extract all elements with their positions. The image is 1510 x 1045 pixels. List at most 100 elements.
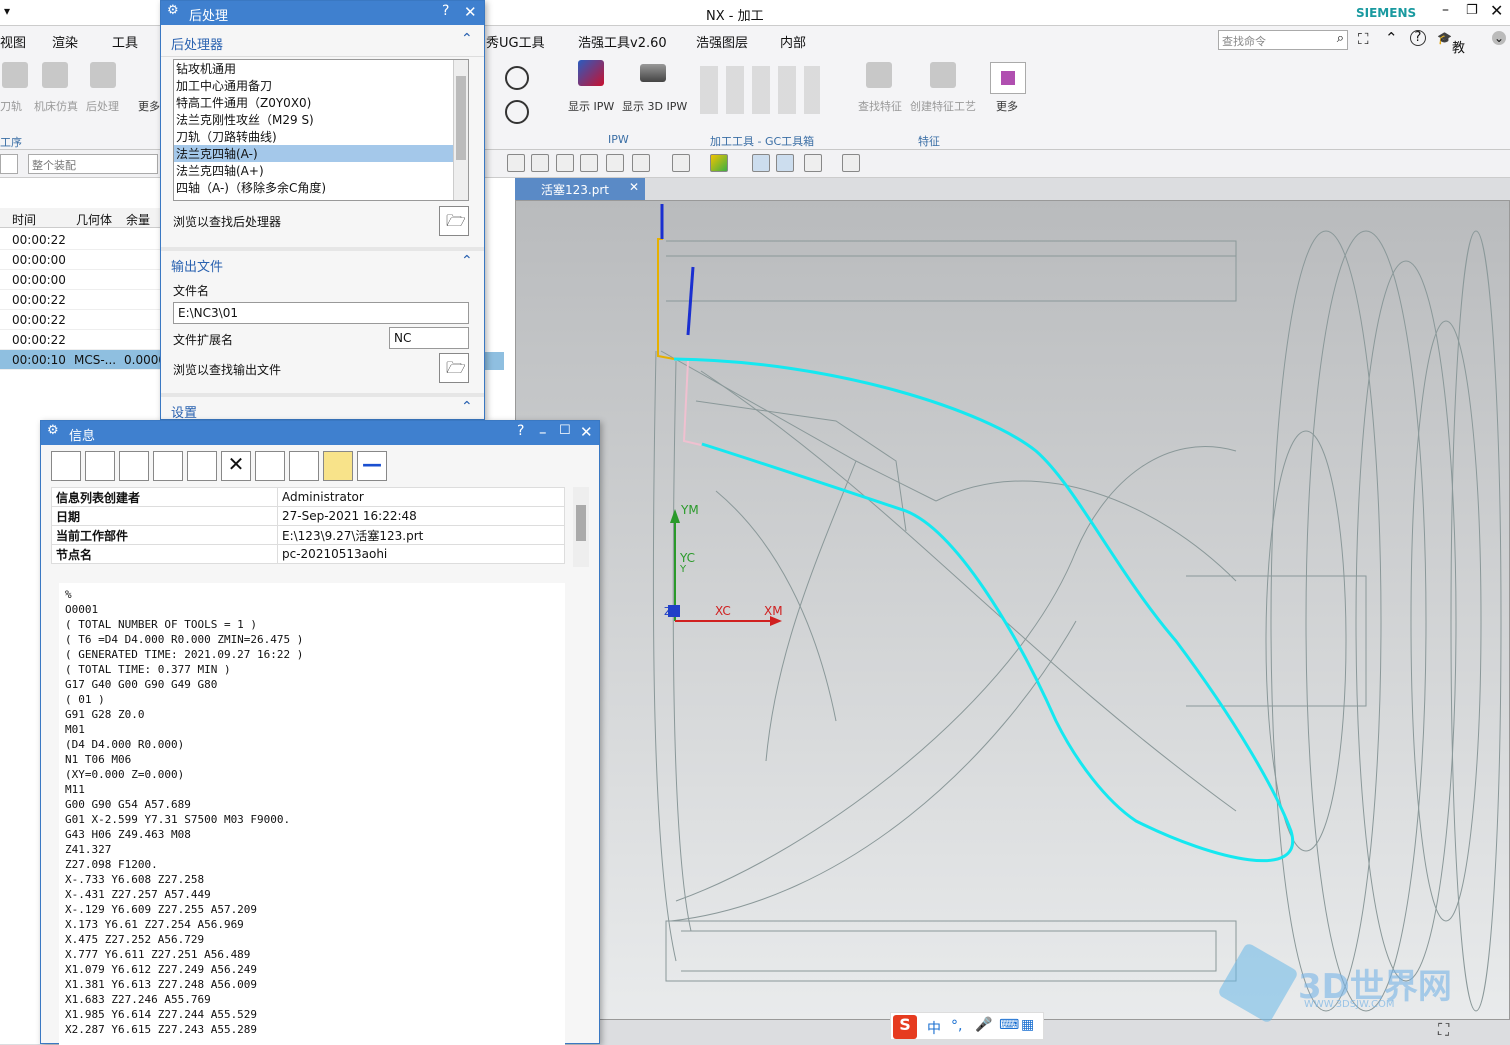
filter-dropdown[interactable] bbox=[0, 154, 18, 174]
microphone-icon[interactable]: 🎤 bbox=[975, 1017, 992, 1033]
list-item-selected[interactable]: 法兰克四轴(A-) bbox=[174, 145, 468, 162]
nc-code-area[interactable]: % O0001 ( TOTAL NUMBER OF TOOLS = 1 ) ( T6 … bbox=[59, 583, 565, 1045]
collapse-icon[interactable]: — bbox=[357, 451, 387, 481]
part-file-tab[interactable]: 活塞123.prt ✕ bbox=[515, 178, 645, 200]
ime-language[interactable]: 中 bbox=[927, 1018, 941, 1038]
help-icon[interactable]: ? bbox=[1410, 30, 1426, 46]
list-item[interactable]: 四轴（A-)（移除多余C角度) bbox=[174, 179, 468, 196]
minimize-icon[interactable]: – bbox=[1442, 2, 1449, 18]
menu-tools[interactable]: 工具 bbox=[112, 32, 138, 51]
view-tool-2-icon[interactable] bbox=[531, 154, 549, 172]
help-icon[interactable]: ? bbox=[442, 3, 449, 19]
settings-icon[interactable] bbox=[842, 154, 860, 172]
scrollbar-thumb[interactable] bbox=[576, 505, 586, 541]
shade-icon[interactable] bbox=[672, 154, 690, 172]
list-item[interactable]: 法兰克四轴(A+) bbox=[174, 162, 468, 179]
close-icon[interactable]: ✕ bbox=[580, 423, 593, 441]
create-process-button[interactable]: 创建特征工艺 bbox=[910, 98, 976, 114]
table-row[interactable]: 00:00:22 bbox=[0, 310, 160, 330]
mcs-icon[interactable] bbox=[752, 154, 770, 172]
ribbon-machine-sim[interactable]: 机床仿真 bbox=[34, 98, 78, 114]
filename-input[interactable]: E:\NC3\01 bbox=[173, 302, 469, 324]
browse-output-button[interactable]: 🗁 bbox=[439, 353, 469, 383]
display-icon[interactable] bbox=[804, 154, 822, 172]
copy-icon[interactable] bbox=[153, 451, 183, 481]
paste-icon[interactable] bbox=[187, 451, 217, 481]
menu-haoqiang-layers[interactable]: 浩强图层 bbox=[696, 32, 748, 51]
view-tool-1-icon[interactable] bbox=[507, 154, 525, 172]
view-tool-6-icon[interactable] bbox=[632, 154, 650, 172]
table-row[interactable]: 00:00:00 bbox=[0, 250, 160, 270]
list-scrollbar[interactable] bbox=[453, 60, 468, 200]
view-tool-3-icon[interactable] bbox=[556, 154, 574, 172]
show-3d-ipw-button[interactable]: 显示 3D IPW bbox=[622, 98, 687, 114]
close-icon[interactable]: ✕ bbox=[1490, 1, 1503, 20]
menu-view[interactable]: 视图 bbox=[0, 32, 26, 51]
graphics-viewport[interactable]: YM YC Y ZM XC XM 3D世界网 WWW.3DSJW.COM bbox=[515, 200, 1510, 1024]
step-icon[interactable] bbox=[505, 100, 529, 124]
wrap-icon[interactable] bbox=[323, 451, 353, 481]
menu-render[interactable]: 渲染 bbox=[52, 32, 78, 51]
list-item[interactable]: 加工中心通用备刀 bbox=[174, 77, 468, 94]
ribbon-more-left[interactable]: 更多 bbox=[138, 98, 160, 114]
list-item[interactable]: 钻攻机通用 bbox=[174, 60, 468, 77]
maximize-icon[interactable]: ☐ bbox=[559, 423, 571, 438]
fullscreen-icon[interactable]: ⛶ bbox=[1358, 30, 1369, 48]
col-geometry[interactable]: 几何体 bbox=[76, 211, 112, 228]
view-tool-5-icon[interactable] bbox=[606, 154, 624, 172]
settings-section-header[interactable]: 设置 ⌃ bbox=[161, 393, 484, 421]
keyboard-icon[interactable]: ⌨ bbox=[999, 1017, 1019, 1033]
collapse-chevron-icon[interactable]: ⌃ bbox=[461, 253, 473, 269]
toolbox-icon[interactable]: ▦ bbox=[1021, 1017, 1034, 1033]
table-row[interactable]: 00:00:22 bbox=[0, 330, 160, 350]
up-arrow-icon[interactable]: ⌃ bbox=[1385, 29, 1398, 47]
tab-close-icon[interactable]: ✕ bbox=[629, 180, 639, 194]
punctuation-icon[interactable]: °, bbox=[951, 1018, 962, 1034]
search-icon[interactable]: ⌕ bbox=[1337, 31, 1344, 46]
sogou-logo-icon[interactable]: S bbox=[893, 1015, 917, 1039]
menu-internal[interactable]: 内部 bbox=[780, 32, 806, 51]
play-icon[interactable] bbox=[505, 66, 529, 90]
table-row-selected[interactable]: 00:00:10 MCS-... 0.0000 bbox=[0, 350, 166, 370]
close-icon[interactable]: ✕ bbox=[464, 3, 477, 21]
quick-access-dropdown[interactable]: ▾ bbox=[4, 4, 10, 18]
extension-input[interactable]: NC bbox=[389, 327, 469, 349]
show-ipw-button[interactable]: 显示 IPW bbox=[568, 98, 614, 114]
processor-section-header[interactable]: 后处理器 ⌃ bbox=[161, 27, 484, 57]
resize-handle-icon[interactable]: ⛶ bbox=[1438, 1020, 1449, 1040]
delete-icon[interactable]: ✕ bbox=[221, 451, 251, 481]
color-icon[interactable] bbox=[710, 154, 728, 172]
restore-icon[interactable]: ❐ bbox=[1466, 3, 1478, 18]
col-stock[interactable]: 余量 bbox=[126, 211, 150, 228]
find-feature-button[interactable]: 查找特征 bbox=[858, 98, 902, 114]
table-row[interactable]: 00:00:22 bbox=[0, 230, 160, 250]
list-item[interactable]: 刀轨（刀路转曲线) bbox=[174, 128, 468, 145]
header-scrollbar[interactable] bbox=[573, 487, 589, 567]
list-item[interactable]: 法兰克刚性攻丝（M29 S) bbox=[174, 111, 468, 128]
find-icon[interactable] bbox=[289, 451, 319, 481]
table-row[interactable]: 00:00:22 bbox=[0, 290, 160, 310]
locate-icon[interactable] bbox=[255, 451, 285, 481]
output-section-header[interactable]: 输出文件 ⌃ bbox=[161, 247, 484, 277]
minimize-icon[interactable]: – bbox=[539, 423, 547, 441]
processor-list[interactable]: 钻攻机通用 加工中心通用备刀 特高工件通用（Z0Y0X0) 法兰克刚性攻丝（M2… bbox=[173, 59, 469, 201]
col-time[interactable]: 时间 bbox=[12, 211, 36, 228]
collapse-chevron-icon[interactable]: ⌃ bbox=[461, 31, 473, 47]
tutorial-link[interactable]: 🎓教程 bbox=[1437, 31, 1465, 75]
command-search-input[interactable]: 查找命令 ⌕ bbox=[1218, 30, 1348, 50]
menu-haoqiang-tools[interactable]: 浩强工具v2.60 bbox=[578, 32, 667, 51]
eye-icon[interactable] bbox=[776, 154, 794, 172]
more-button[interactable]: 更多 bbox=[996, 98, 1018, 114]
cut-icon[interactable] bbox=[119, 451, 149, 481]
list-item[interactable]: 特高工件通用（Z0Y0X0) bbox=[174, 94, 468, 111]
table-row[interactable]: 00:00:00 bbox=[0, 270, 160, 290]
assembly-select[interactable]: 整个装配 bbox=[28, 154, 158, 174]
info-titlebar[interactable]: ⚙ 信息 ? – ☐ ✕ bbox=[41, 421, 599, 445]
help-icon[interactable]: ? bbox=[517, 423, 524, 439]
menu-ug-tools[interactable]: 秀UG工具 bbox=[486, 32, 545, 51]
collapse-chevron-icon[interactable]: ⌃ bbox=[461, 399, 473, 415]
ribbon-collapse-icon[interactable]: ⌄ bbox=[1492, 31, 1506, 45]
ribbon-postprocess[interactable]: 后处理 bbox=[86, 98, 119, 114]
scrollbar-thumb[interactable] bbox=[456, 76, 466, 160]
more-button-frame[interactable] bbox=[990, 62, 1026, 94]
